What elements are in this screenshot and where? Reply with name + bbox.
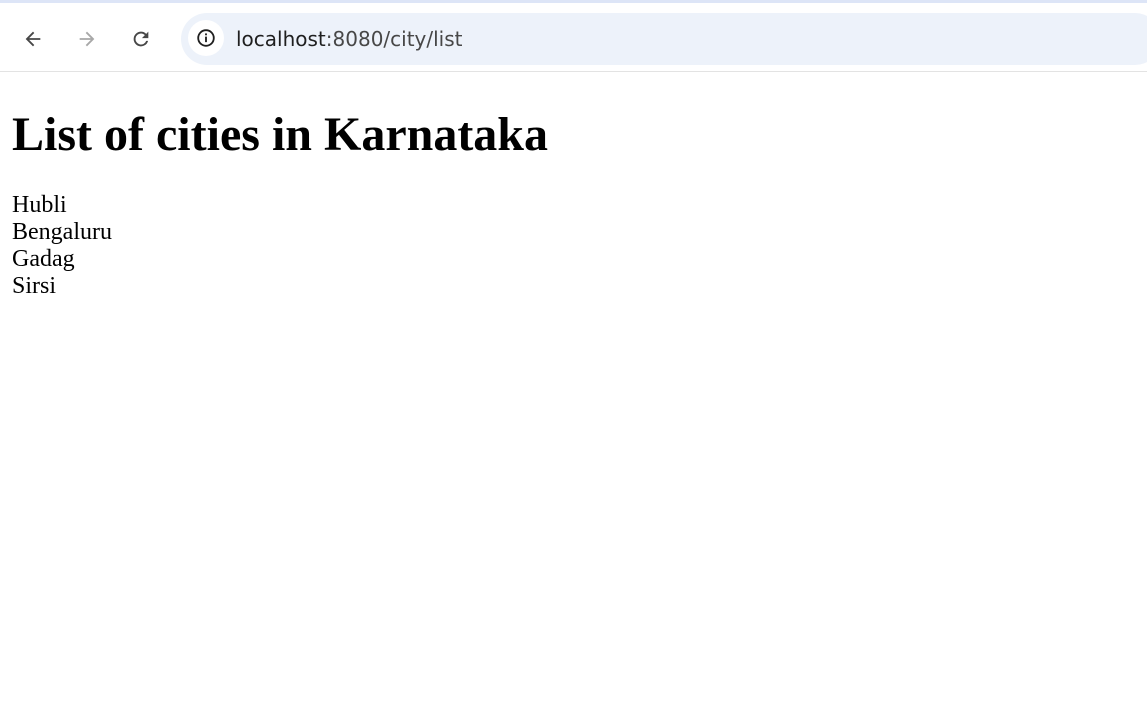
- city-list: Hubli Bengaluru Gadag Sirsi: [12, 192, 112, 300]
- browser-toolbar: localhost:8080/city/list: [0, 0, 1147, 72]
- arrow-right-icon: [79, 31, 95, 47]
- reload-icon: [133, 31, 149, 47]
- forward-button[interactable]: [69, 21, 105, 57]
- url-path: :8080/city/list: [325, 27, 463, 51]
- back-button[interactable]: [15, 21, 51, 57]
- reload-button[interactable]: [123, 21, 159, 57]
- page-title: List of cities in Karnataka: [12, 108, 548, 161]
- page-content: List of cities in Karnataka Hubli Bengal…: [0, 73, 1147, 714]
- city-item: Sirsi: [12, 273, 57, 299]
- info-icon: [197, 29, 215, 47]
- url-host: localhost: [236, 27, 326, 51]
- address-bar[interactable]: localhost:8080/city/list: [181, 13, 1147, 65]
- city-item: Bengaluru: [12, 219, 112, 245]
- site-info-button[interactable]: [188, 20, 224, 56]
- arrow-left-icon: [25, 31, 41, 47]
- url-text[interactable]: localhost:8080/city/list: [236, 27, 463, 51]
- city-item: Hubli: [12, 192, 67, 218]
- city-item: Gadag: [12, 246, 75, 272]
